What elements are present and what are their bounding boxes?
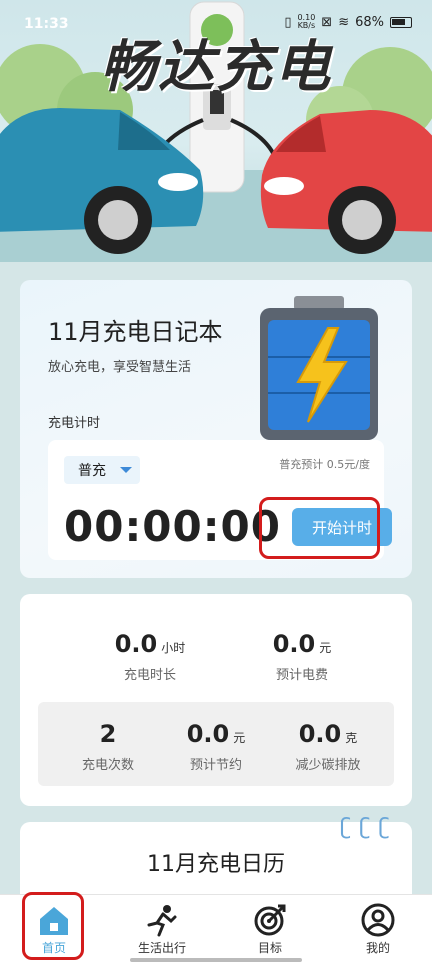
close-box-icon: ⊠ <box>321 14 333 30</box>
stat-count: 2 充电次数 <box>54 720 162 773</box>
battery-percent: 68% <box>355 14 384 30</box>
home-tab-highlight <box>22 892 84 960</box>
savings-value: 0.0 <box>186 720 230 748</box>
wifi-icon: ≋ <box>338 14 350 30</box>
carbon-label: 减少碳排放 <box>295 758 361 773</box>
stat-duration: 0.0 小时 充电时长 <box>90 630 210 683</box>
user-icon <box>361 903 395 937</box>
stats-band: 2 充电次数 0.0 元 预计节约 0.0 克 减少碳排放 <box>38 702 394 786</box>
status-bar: 11:33 ▯ 0.10 KB/s ⊠ ≋ 68% <box>0 0 432 48</box>
charge-mode-value: 普充 <box>78 463 106 479</box>
diary-title: 11月充电日记本 <box>48 318 223 346</box>
running-person-icon <box>147 905 177 937</box>
tab-goal-label: 目标 <box>257 941 282 955</box>
cost-unit: 元 <box>319 641 332 655</box>
network-speed: 0.10 KB/s <box>297 14 315 30</box>
carbon-unit: 克 <box>345 731 358 745</box>
tab-me-label: 我的 <box>365 941 390 955</box>
duration-value: 0.0 <box>114 630 158 658</box>
start-button-highlight <box>259 497 380 559</box>
price-hint: 普充预计 0.5元/度 <box>279 458 370 471</box>
charge-mode-select[interactable]: 普充 <box>64 456 140 484</box>
status-icons: ▯ 0.10 KB/s ⊠ ≋ 68% <box>284 14 412 30</box>
duration-unit: 小时 <box>161 641 186 655</box>
status-time: 11:33 <box>24 16 69 32</box>
tab-goal[interactable]: 目标 <box>216 895 324 964</box>
droplets-icon: ʗʗʗ <box>340 815 398 840</box>
diary-subtitle: 放心充电，享受智慧生活 <box>48 360 192 375</box>
stat-carbon: 0.0 克 减少碳排放 <box>274 720 382 773</box>
vibrate-icon: ▯ <box>284 14 292 30</box>
network-speed-unit: KB/s <box>297 21 316 30</box>
tab-travel[interactable]: 生活出行 <box>108 895 216 964</box>
savings-unit: 元 <box>233 731 246 745</box>
tab-travel-label: 生活出行 <box>137 941 186 955</box>
battery-bolt-icon <box>260 296 378 440</box>
chevron-down-icon <box>120 467 132 473</box>
savings-label: 预计节约 <box>189 758 242 773</box>
count-label: 充电次数 <box>81 758 134 773</box>
hero-banner: 畅达充电 11:33 ▯ 0.10 KB/s ⊠ ≋ 68% <box>0 0 432 262</box>
count-value: 2 <box>99 720 117 748</box>
stat-savings: 0.0 元 预计节约 <box>162 720 270 773</box>
target-icon <box>254 904 286 936</box>
battery-icon <box>390 16 412 28</box>
timer-display: 00:00:00 <box>64 502 281 551</box>
carbon-value: 0.0 <box>298 720 342 748</box>
cost-value: 0.0 <box>272 630 316 658</box>
cost-label: 预计电费 <box>275 668 328 683</box>
duration-label: 充电时长 <box>123 668 176 683</box>
stats-card: 0.0 小时 充电时长 0.0 元 预计电费 2 充电次数 0.0 元 预计节约 0.… <box>20 594 412 806</box>
calendar-title: 11月充电日历 <box>147 852 285 877</box>
timer-label: 充电计时 <box>48 416 101 431</box>
stat-cost: 0.0 元 预计电费 <box>242 630 362 683</box>
home-indicator <box>130 958 302 962</box>
tab-me[interactable]: 我的 <box>324 895 432 964</box>
